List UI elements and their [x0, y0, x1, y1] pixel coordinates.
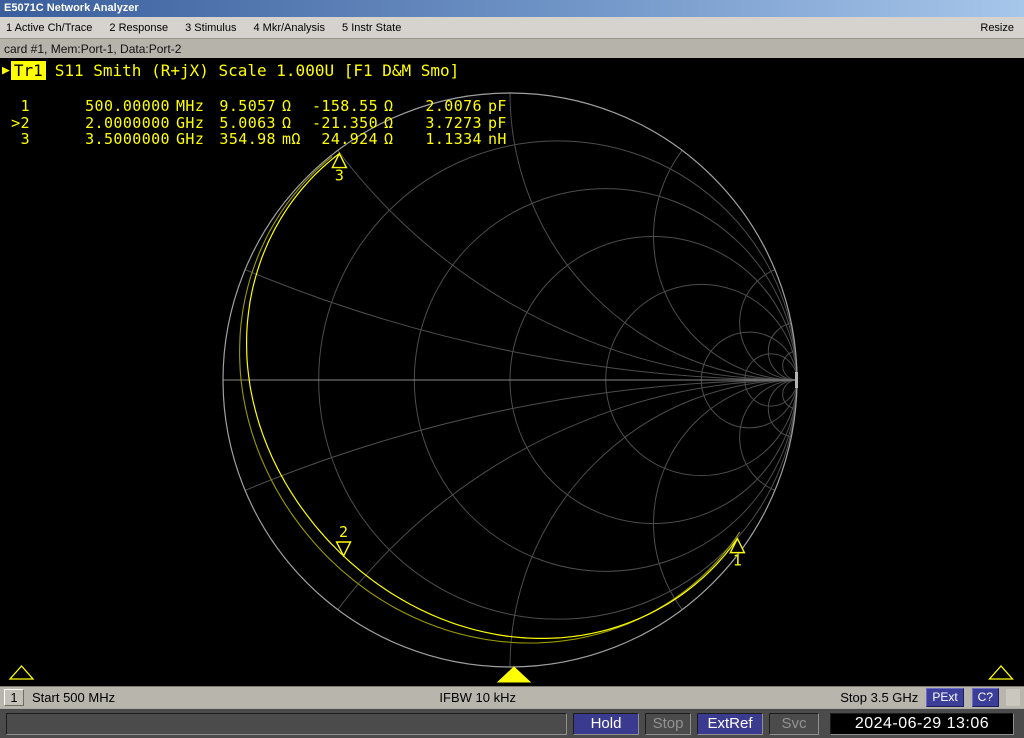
- menu-item-3[interactable]: 3 Stimulus: [185, 22, 236, 34]
- reactance-arc-minus-0.2: [0, 380, 1024, 686]
- card-status-line: card #1, Mem:Port-1, Data:Port-2: [0, 38, 1024, 58]
- marker-label-1: 1: [733, 552, 742, 570]
- system-indicator-svc: Svc: [769, 713, 819, 735]
- menu-item-1[interactable]: 1 Active Ch/Trace: [6, 22, 92, 34]
- stimulus-start-indicator: [10, 666, 33, 679]
- menu-bar-items: 1 Active Ch/Trace 2 Response 3 Stimulus 4 M…: [6, 22, 418, 34]
- trace-name-chip[interactable]: Tr1: [11, 61, 46, 80]
- instrument-screen: 1 2 3 ▶ Tr1 S11 Smith (R+jX) Scale 1.000U …: [0, 58, 1024, 686]
- analyzer-window: E5071C Network Analyzer 1 Active Ch/Trac…: [0, 0, 1024, 738]
- marker-table: 1500.00000MHz9.5057Ω-158.55Ω2.0076pF>22.…: [8, 98, 514, 148]
- start-frequency-label[interactable]: Start 500 MHz: [32, 690, 115, 705]
- menu-item-2[interactable]: 2 Response: [109, 22, 168, 34]
- system-indicator-hold: Hold: [573, 713, 639, 735]
- system-bar-cells: Hold Stop ExtRef Svc: [573, 713, 825, 735]
- window-title: E5071C Network Analyzer: [4, 2, 139, 14]
- memory-trace: [240, 157, 740, 644]
- reactance-grid: [0, 58, 1024, 686]
- marker-readout-row-1: 1500.00000MHz9.5057Ω-158.55Ω2.0076pF: [8, 98, 514, 115]
- status-badge-c: C?: [972, 688, 999, 707]
- marker-readout-row-3: 33.5000000GHz354.98mΩ24.924Ω1.1334nH: [8, 131, 514, 148]
- ifbw-label[interactable]: IFBW 10 kHz: [439, 690, 516, 705]
- system-status-bar: Hold Stop ExtRef Svc 2024-06-29 13:06: [0, 708, 1024, 738]
- menu-bar: 1 Active Ch/Trace 2 Response 3 Stimulus 4 M…: [0, 17, 1024, 38]
- resize-grip[interactable]: [1006, 689, 1020, 706]
- marker-readout-row-2: >22.0000000GHz5.0063Ω-21.350Ω3.7273pF: [8, 115, 514, 132]
- reactance-arc-minus-1: [510, 380, 1024, 686]
- trace-header: ▶ Tr1 S11 Smith (R+jX) Scale 1.000U [F1 …: [2, 61, 459, 80]
- title-bar: E5071C Network Analyzer: [0, 0, 1024, 17]
- sweep-position-indicator: [498, 667, 530, 682]
- reactance-arc-plus-1: [510, 58, 1024, 380]
- status-badge-pext: PExt: [926, 688, 963, 707]
- marker-triangle-3[interactable]: [332, 154, 346, 168]
- system-indicator-stop: Stop: [645, 713, 691, 735]
- channel-number-badge: 1: [4, 689, 24, 706]
- marker-label-3: 3: [335, 167, 344, 185]
- vertex-tick: [795, 372, 798, 388]
- marker-label-2: 2: [339, 523, 348, 541]
- system-indicator-extref: ExtRef: [697, 713, 763, 735]
- datetime-display: 2024-06-29 13:06: [830, 713, 1014, 735]
- menu-item-resize[interactable]: Resize: [980, 22, 1014, 34]
- smith-chart[interactable]: 1 2 3: [0, 58, 1024, 686]
- status-badges: PExt C?: [918, 688, 999, 707]
- stop-frequency-label[interactable]: Stop 3.5 GHz: [840, 690, 918, 705]
- marker-triangle-2[interactable]: [337, 542, 351, 556]
- trace-format-text: S11 Smith (R+jX) Scale 1.000U [F1 D&M Sm…: [55, 61, 460, 80]
- system-bar-message-area: [6, 713, 567, 735]
- status-bar: 1 Start 500 MHz IFBW 10 kHz Stop 3.5 GHz…: [0, 686, 1024, 708]
- active-trace-arrow-icon: ▶: [2, 63, 10, 79]
- menu-item-5[interactable]: 5 Instr State: [342, 22, 401, 34]
- menu-item-4[interactable]: 4 Mkr/Analysis: [253, 22, 325, 34]
- reactance-arc-minus-2: [654, 380, 941, 667]
- stimulus-stop-indicator: [990, 666, 1013, 679]
- reactance-arc-plus-2: [654, 93, 941, 380]
